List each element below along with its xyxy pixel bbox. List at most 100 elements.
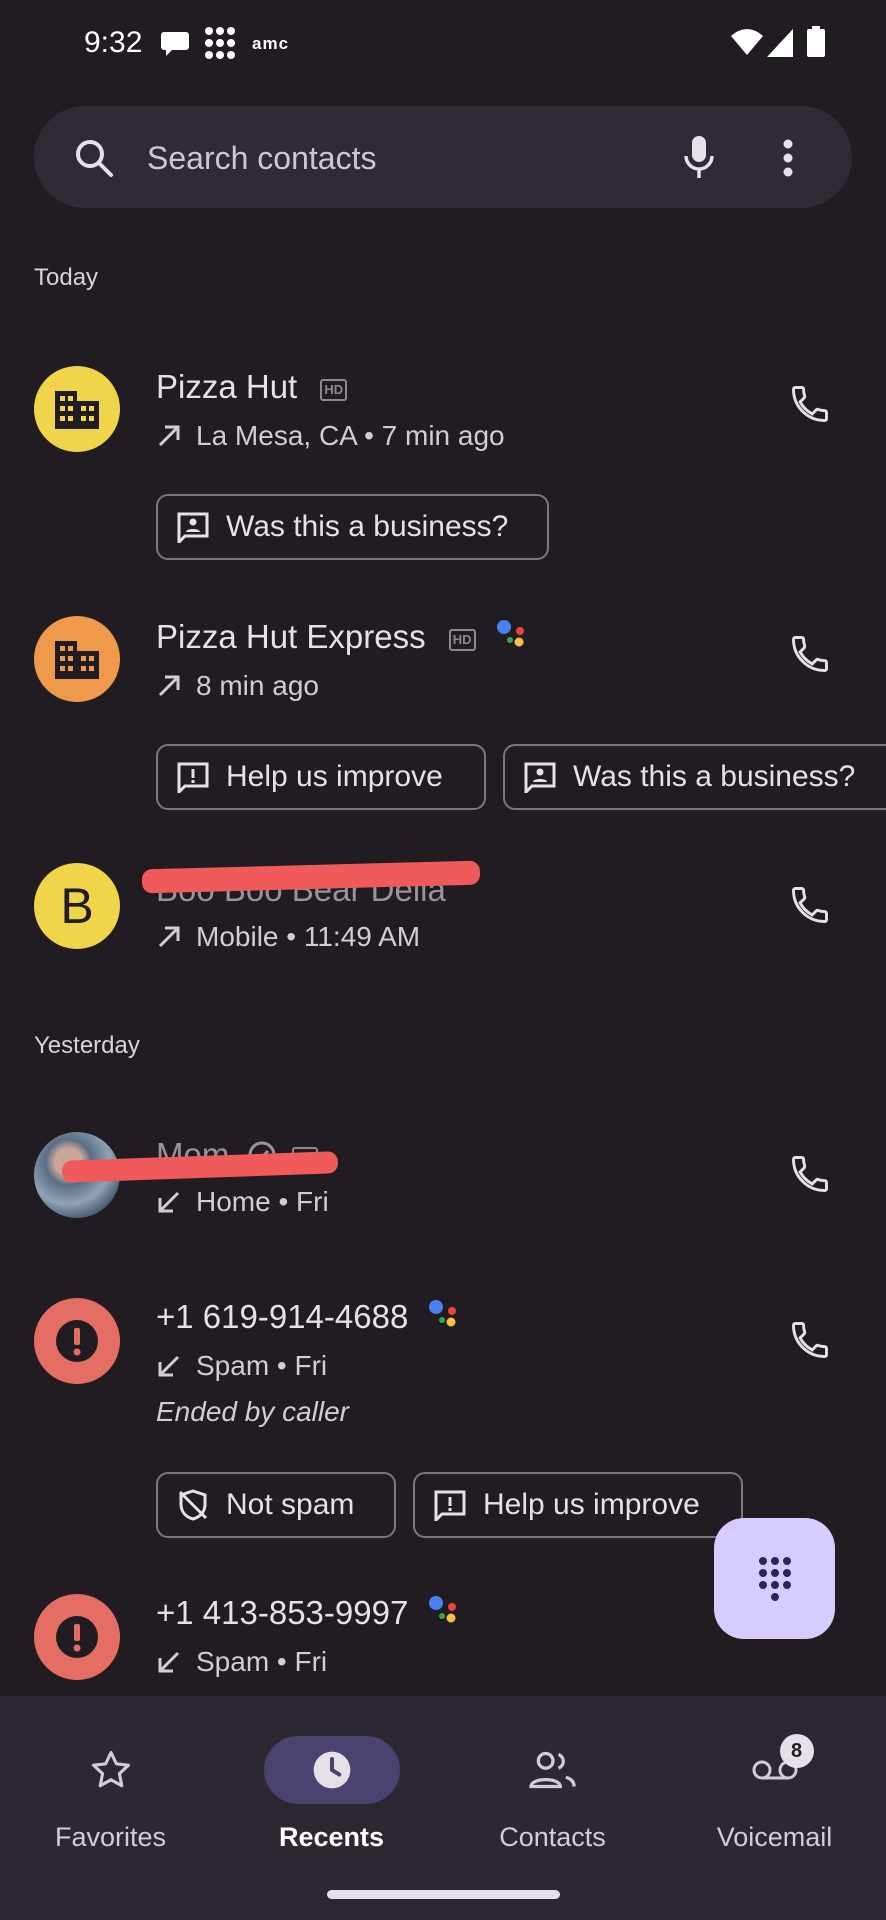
help-improve-chip[interactable]: Help us improve (413, 1472, 743, 1538)
feedback-icon (434, 1490, 466, 1521)
status-bar: 9:32 amc (0, 0, 886, 90)
clock-icon (313, 1751, 350, 1789)
call-detail: Mobile • 11:49 AM (156, 921, 420, 953)
avatar: B (34, 863, 120, 949)
home-gesture-bar[interactable] (327, 1890, 560, 1899)
call-detail: Spam • Fri (156, 1646, 327, 1678)
feedback-icon (177, 762, 209, 793)
dialpad-fab[interactable] (714, 1518, 835, 1639)
contact-name-text: Pizza Hut Express (156, 618, 426, 655)
business-building-icon (55, 391, 99, 429)
nav-label: Contacts (499, 1822, 606, 1852)
cellular-signal-icon (767, 29, 793, 57)
call-row[interactable]: +1 619-914-4688 Spam • Fri Ended by call… (0, 1280, 886, 1550)
nav-label: Favorites (54, 1822, 167, 1852)
contacts-people-icon (528, 1751, 576, 1789)
business-feedback-icon (177, 512, 209, 543)
call-detail-text: Mobile • 11:49 AM (196, 921, 421, 952)
call-detail-text: La Mesa, CA • 7 min ago (196, 420, 505, 451)
avatar (34, 366, 120, 452)
hd-call-icon: HD (448, 629, 476, 651)
call-detail: La Mesa, CA • 7 min ago (156, 420, 505, 452)
chip-label: Help us improve (483, 1488, 700, 1521)
incoming-call-arrow-icon (158, 1355, 180, 1377)
spam-warning-icon (56, 1616, 98, 1658)
nav-label: Recents (278, 1822, 385, 1852)
call-row[interactable]: B Boo Boo Bear Della Mobile • 11:49 AM (0, 845, 886, 975)
phone-icon (792, 636, 828, 672)
google-assistant-icon (429, 1596, 457, 1623)
chip-label: Was this a business? (573, 760, 856, 793)
search-icon (76, 140, 113, 177)
call-detail-text: 8 min ago (196, 670, 319, 701)
dialpad-icon (758, 1556, 791, 1601)
call-note: Ended by caller (156, 1396, 350, 1427)
call-button[interactable] (780, 1144, 840, 1204)
contact-name-text: +1 619-914-4688 (156, 1298, 409, 1335)
phone-icon (792, 887, 828, 923)
call-button[interactable] (780, 374, 840, 434)
microphone-icon[interactable] (682, 134, 716, 180)
contact-name-text: Pizza Hut (156, 368, 298, 405)
call-row[interactable]: Pizza Hut HD La Mesa, CA • 7 min ago Was… (0, 340, 886, 580)
contact-name: Pizza Hut Express HD (156, 618, 529, 656)
chat-bubble-icon (161, 32, 189, 56)
nav-icon-wrap (527, 1736, 579, 1804)
avatar (34, 1594, 120, 1680)
call-detail: 8 min ago (156, 670, 319, 702)
dots-grid-icon (205, 27, 235, 59)
outgoing-call-arrow-icon (158, 425, 180, 447)
battery-icon (807, 26, 825, 57)
was-business-chip[interactable]: Was this a business? (156, 494, 549, 560)
section-header-today: Today (34, 264, 99, 291)
incoming-call-arrow-icon (158, 1651, 180, 1673)
call-row[interactable]: Pizza Hut Express HD 8 min ago Help us i… (0, 590, 886, 830)
nav-voicemail[interactable]: 8 Voicemail (664, 1734, 885, 1853)
call-button[interactable] (780, 624, 840, 684)
call-button[interactable] (780, 875, 840, 935)
chip-label: Help us improve (226, 760, 443, 793)
help-improve-chip[interactable]: Help us improve (156, 744, 486, 810)
contact-name: Pizza Hut HD (156, 368, 348, 406)
contact-name: +1 619-914-4688 (156, 1298, 461, 1336)
call-button[interactable] (780, 1310, 840, 1370)
amc-logo: amc (252, 34, 290, 53)
chip-label: Was this a business? (226, 510, 509, 543)
avatar (34, 616, 120, 702)
contact-name-text: +1 413-853-9997 (156, 1594, 409, 1631)
chip-label: Not spam (226, 1488, 355, 1521)
nav-recents[interactable]: Recents (221, 1736, 442, 1853)
was-business-chip[interactable]: Was this a business? (503, 744, 886, 810)
google-assistant-icon (496, 620, 524, 647)
avatar (34, 1298, 120, 1384)
phone-icon (792, 1322, 828, 1358)
phone-icon (792, 386, 828, 422)
call-detail-text: Home • Fri (196, 1186, 329, 1217)
nav-icon-wrap: 8 (730, 1734, 820, 1804)
star-icon (91, 1751, 130, 1788)
avatar-letter: B (60, 878, 94, 934)
wifi-icon (731, 29, 763, 55)
search-bar[interactable]: Search contacts (34, 106, 852, 208)
business-feedback-icon (524, 762, 556, 793)
more-options-icon[interactable] (782, 138, 794, 178)
call-detail: Home • Fri (156, 1186, 329, 1218)
spam-warning-icon (56, 1320, 98, 1362)
contact-name: +1 413-853-9997 (156, 1594, 461, 1632)
call-row[interactable]: Mom HD Home • Fri (0, 1110, 886, 1240)
nav-favorites[interactable]: Favorites (0, 1736, 221, 1853)
google-assistant-icon (429, 1300, 457, 1327)
hd-call-icon: HD (320, 379, 348, 401)
search-input[interactable]: Search contacts (147, 140, 376, 177)
not-spam-icon (178, 1489, 208, 1521)
phone-icon (792, 1156, 828, 1192)
voicemail-count-badge: 8 (779, 1734, 814, 1768)
business-building-icon (55, 641, 99, 679)
bottom-navigation: Favorites Recents Contacts 8 Voicemail (0, 1696, 886, 1920)
nav-contacts[interactable]: Contacts (442, 1736, 663, 1853)
nav-active-indicator (263, 1736, 400, 1804)
not-spam-chip[interactable]: Not spam (156, 1472, 396, 1538)
outgoing-call-arrow-icon (158, 675, 180, 697)
call-detail-text: Spam • Fri (196, 1350, 328, 1381)
incoming-call-arrow-icon (158, 1191, 180, 1213)
